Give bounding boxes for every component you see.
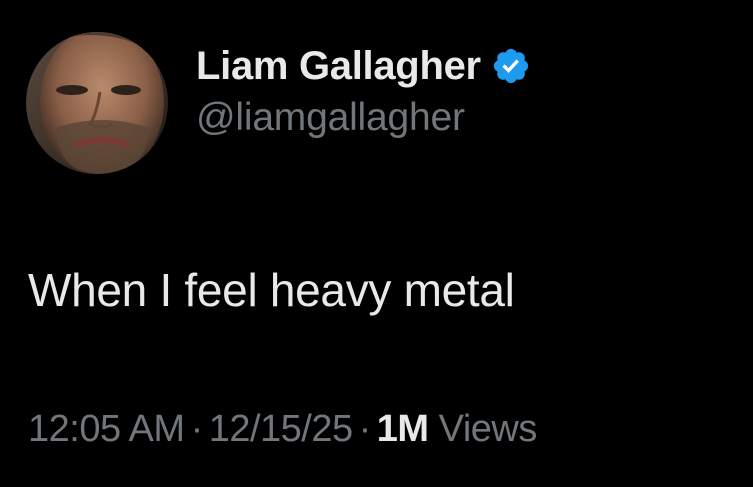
- views-count[interactable]: 1M: [377, 408, 429, 450]
- tweet-date[interactable]: 12/15/25: [209, 408, 353, 450]
- tweet-text: When I feel heavy metal: [28, 264, 515, 316]
- tweet-meta: 12:05 AM · 12/15/25 · 1M Views: [28, 404, 537, 454]
- meta-separator: ·: [190, 408, 204, 450]
- avatar-image: [26, 32, 168, 174]
- tweet-card: Liam Gallagher @liamgallagher When I fee…: [0, 0, 753, 487]
- display-name[interactable]: Liam Gallagher: [196, 42, 481, 90]
- tweet-header: Liam Gallagher @liamgallagher: [26, 32, 531, 174]
- name-row: Liam Gallagher: [196, 42, 531, 90]
- avatar[interactable]: [26, 32, 168, 174]
- author-identity: Liam Gallagher @liamgallagher: [196, 42, 531, 142]
- tweet-time[interactable]: 12:05 AM: [28, 408, 185, 450]
- verified-badge-icon[interactable]: [491, 46, 531, 86]
- meta-separator: ·: [358, 408, 372, 450]
- views-label: Views: [438, 408, 538, 450]
- user-handle[interactable]: @liamgallagher: [196, 94, 531, 142]
